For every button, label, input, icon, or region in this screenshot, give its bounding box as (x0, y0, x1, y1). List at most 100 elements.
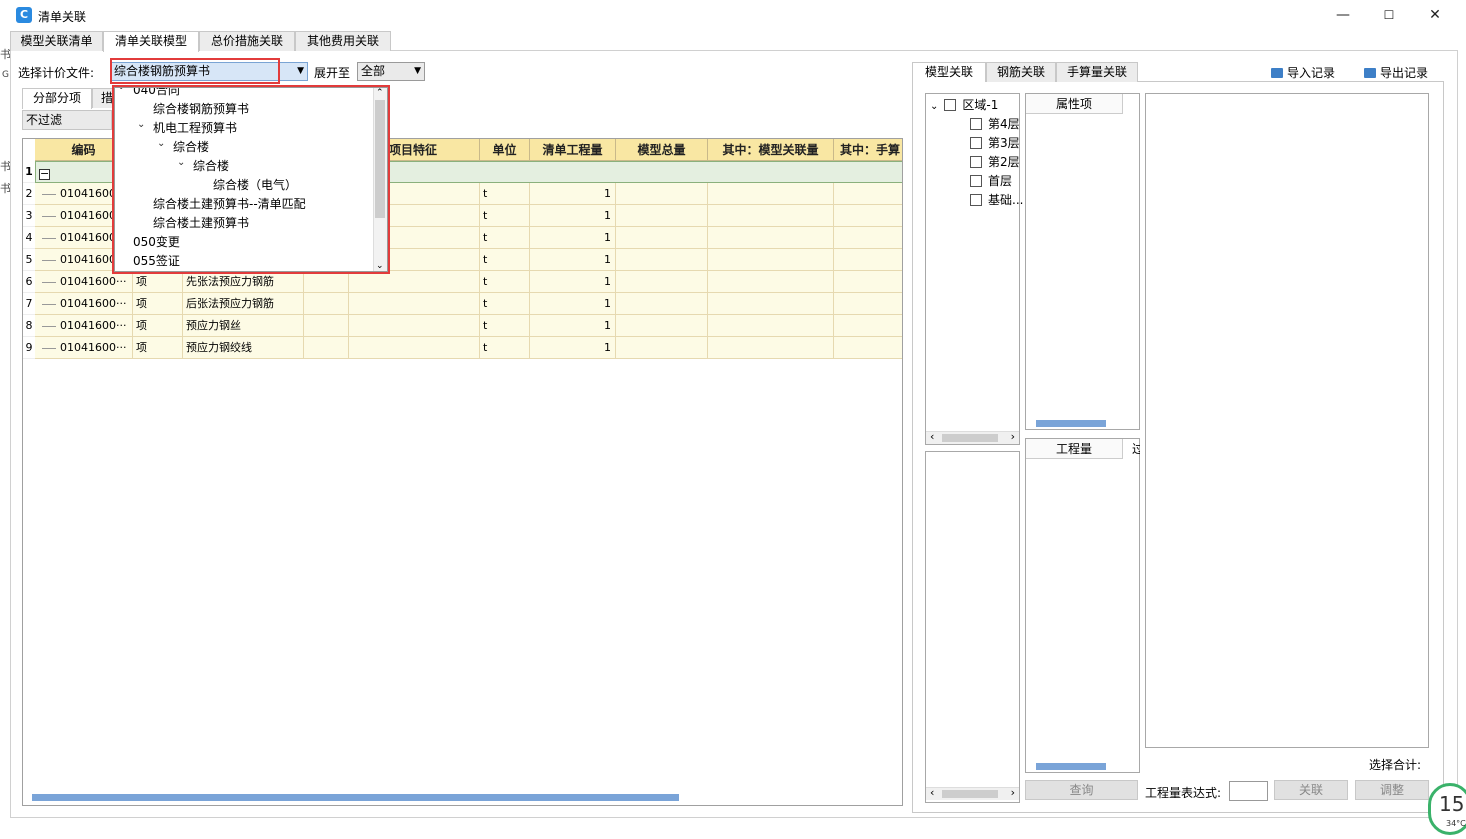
tab-manual-link[interactable]: 手算量关联 (1056, 62, 1138, 82)
table-cell[interactable]: 后张法预应力钢筋 (183, 293, 304, 315)
table-cell[interactable]: t (480, 227, 530, 249)
checkbox[interactable] (970, 118, 982, 130)
attribute-hscrollbar[interactable] (1036, 420, 1106, 427)
grid-header-model-linked[interactable]: 其中：模型关联量 (708, 139, 834, 161)
tree-hscrollbar[interactable]: ‹ › (926, 430, 1019, 444)
link-button[interactable]: 关联 (1274, 780, 1348, 800)
quantity-header[interactable]: 工程量 (1026, 439, 1123, 459)
table-cell[interactable]: 01041600··· (35, 293, 133, 315)
scroll-thumb[interactable] (942, 790, 998, 798)
table-cell[interactable]: t (480, 315, 530, 337)
chevron-down-icon[interactable]: ⌄ (930, 101, 938, 112)
table-cell[interactable] (834, 205, 902, 227)
table-cell[interactable]: t (480, 205, 530, 227)
table-cell[interactable] (616, 271, 708, 293)
table-cell[interactable]: 项 (133, 293, 183, 315)
tree-item-ground[interactable]: 首层 (970, 172, 1012, 189)
tab-other-fees[interactable]: 其他费用关联 (295, 31, 391, 51)
tab-lump-sum-measures[interactable]: 总价措施关联 (199, 31, 295, 51)
table-cell[interactable] (616, 315, 708, 337)
collapse-icon[interactable]: − (39, 168, 50, 180)
quantity-hscrollbar[interactable] (1036, 763, 1106, 770)
table-cell[interactable]: t (480, 293, 530, 315)
table-cell[interactable] (616, 205, 708, 227)
tree-root[interactable]: ⌄ 区域-1 (930, 96, 998, 113)
table-cell[interactable]: t (480, 271, 530, 293)
export-records-button[interactable]: 导出记录 (1364, 64, 1428, 81)
tree-item-floor3[interactable]: 第3层 (970, 134, 1020, 151)
table-cell[interactable]: 预应力钢丝 (183, 315, 304, 337)
table-cell[interactable]: 项 (133, 337, 183, 359)
expression-input[interactable] (1229, 781, 1268, 801)
tree-item-floor4[interactable]: 第4层 (970, 115, 1020, 132)
tree-item-foundation[interactable]: 基础... (970, 191, 1023, 208)
checkbox[interactable] (970, 137, 982, 149)
table-cell[interactable] (708, 315, 834, 337)
table-row[interactable]: 9 01041600··· 项预应力钢绞线 t 1 (23, 337, 902, 359)
table-cell[interactable] (708, 271, 834, 293)
table-cell[interactable] (349, 315, 480, 337)
close-button[interactable]: ✕ (1412, 0, 1458, 31)
table-cell[interactable] (304, 293, 349, 315)
table-cell[interactable]: 1 (530, 227, 616, 249)
checkbox[interactable] (970, 194, 982, 206)
table-cell[interactable]: t (480, 249, 530, 271)
lower-hscrollbar[interactable]: ‹ › (926, 786, 1019, 800)
tree-item-floor2[interactable]: 第2层 (970, 153, 1020, 170)
import-records-button[interactable]: 导入记录 (1271, 64, 1335, 81)
table-cell[interactable] (616, 337, 708, 359)
table-cell[interactable] (616, 249, 708, 271)
table-cell[interactable]: 01041600··· (35, 337, 133, 359)
table-row[interactable]: 7 01041600··· 项后张法预应力钢筋 t 1 (23, 293, 902, 315)
table-cell[interactable] (616, 183, 708, 205)
tab-rebar-link[interactable]: 钢筋关联 (986, 62, 1056, 82)
table-row[interactable]: 6 01041600··· 项先张法预应力钢筋 t 1 (23, 271, 902, 293)
tab-model-link[interactable]: 模型关联 (912, 62, 986, 82)
table-cell[interactable]: 1 (530, 183, 616, 205)
horizontal-scrollbar[interactable] (32, 794, 679, 801)
table-cell[interactable]: 01041600··· (35, 315, 133, 337)
tab-divisional-items[interactable]: 分部分项 (22, 88, 92, 109)
table-cell[interactable] (304, 337, 349, 359)
table-cell[interactable]: 1 (530, 205, 616, 227)
table-cell[interactable] (708, 227, 834, 249)
table-cell[interactable] (834, 293, 902, 315)
checkbox[interactable] (970, 175, 982, 187)
maximize-button[interactable]: ☐ (1366, 0, 1412, 31)
table-cell[interactable]: t (480, 183, 530, 205)
filter-select[interactable]: 不过滤 (22, 110, 112, 130)
table-cell[interactable] (304, 315, 349, 337)
table-cell[interactable]: 项 (133, 271, 183, 293)
table-cell[interactable] (834, 315, 902, 337)
checkbox[interactable] (970, 156, 982, 168)
table-cell[interactable]: 1 (530, 293, 616, 315)
table-cell[interactable] (349, 337, 480, 359)
expand-select[interactable]: 全部 ▼ (357, 62, 425, 81)
table-cell[interactable] (834, 183, 902, 205)
table-cell[interactable]: 预应力钢绞线 (183, 337, 304, 359)
table-cell[interactable]: t (480, 337, 530, 359)
table-cell[interactable]: 1 (530, 315, 616, 337)
tab-model-to-list[interactable]: 模型关联清单 (10, 31, 103, 51)
table-cell[interactable]: 1 (530, 249, 616, 271)
table-cell[interactable] (349, 293, 480, 315)
attribute-header[interactable]: 属性项 (1026, 94, 1123, 114)
grid-header-list-qty[interactable]: 清单工程量 (530, 139, 616, 161)
scroll-left-icon[interactable]: ‹ (930, 430, 934, 443)
table-cell[interactable]: 01041600··· (35, 271, 133, 293)
table-cell[interactable] (834, 227, 902, 249)
table-cell[interactable] (708, 293, 834, 315)
query-button[interactable]: 查询 (1025, 780, 1138, 800)
table-cell[interactable] (708, 249, 834, 271)
table-cell[interactable] (349, 271, 480, 293)
table-cell[interactable] (708, 183, 834, 205)
checkbox[interactable] (944, 99, 957, 111)
grid-header-manual[interactable]: 其中：手算 (834, 139, 902, 161)
clock-widget[interactable]: 15 34°C (1428, 783, 1466, 835)
table-cell[interactable] (616, 227, 708, 249)
table-cell[interactable] (708, 337, 834, 359)
scroll-right-icon[interactable]: › (1011, 786, 1015, 799)
table-cell[interactable] (834, 249, 902, 271)
tab-list-to-model[interactable]: 清单关联模型 (103, 31, 199, 52)
table-cell[interactable] (616, 293, 708, 315)
